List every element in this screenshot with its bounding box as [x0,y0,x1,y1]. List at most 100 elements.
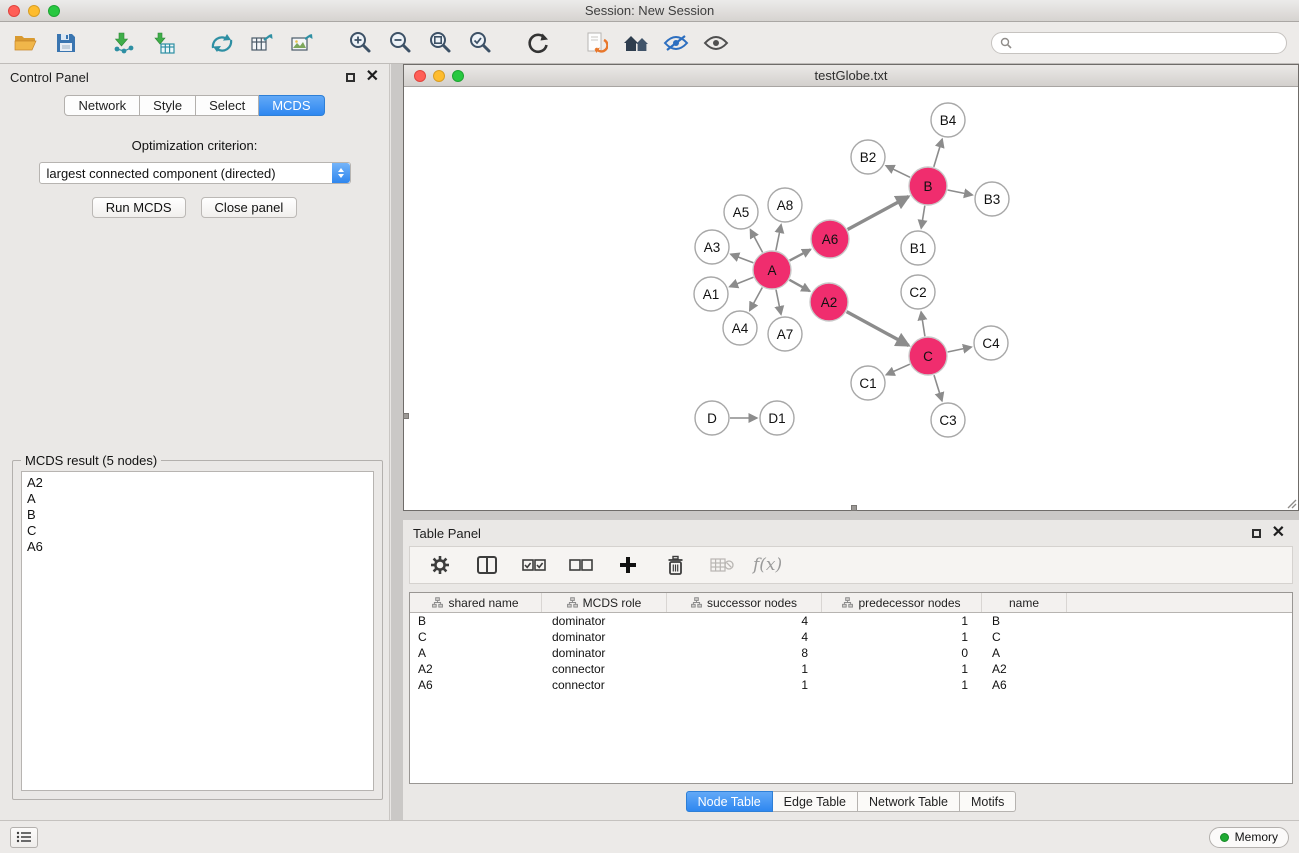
import-table-button[interactable] [148,26,180,60]
list-item[interactable]: A2 [22,475,373,491]
tab-select[interactable]: Select [196,95,259,116]
export-image-button[interactable] [286,26,318,60]
minimize-window-button[interactable] [28,5,40,17]
node-B[interactable]: B [909,167,947,205]
node-B4[interactable]: B4 [931,103,965,137]
tab-edge-table[interactable]: Edge Table [773,791,858,812]
column-header-shared-name[interactable]: shared name [410,593,542,612]
node-C[interactable]: C [909,337,947,375]
float-panel-button[interactable] [346,73,355,82]
node-C2[interactable]: C2 [901,275,935,309]
select-all-columns-button[interactable] [518,548,550,582]
table-row[interactable]: A6connector11A6 [410,677,1292,693]
apply-layout-button[interactable] [522,26,554,60]
function-builder-button[interactable]: f(x) [753,555,782,575]
edge-A-A3[interactable] [731,254,754,263]
table-row[interactable]: A2connector11A2 [410,661,1292,677]
zoom-in-button[interactable] [344,26,376,60]
node-A4[interactable]: A4 [723,311,757,345]
network-canvas[interactable]: B4B2BB3A5A8A6B1A3AC2A1A2A4A7C4C1CC3DD1 [404,87,1298,510]
close-panel-button[interactable]: ✕ [366,69,379,85]
edge-A-A5[interactable] [750,230,762,253]
edge-C-C1[interactable] [886,364,910,375]
show-columns-button[interactable] [471,548,503,582]
deselect-all-columns-button[interactable] [565,548,597,582]
node-A5[interactable]: A5 [724,195,758,229]
tab-mcds[interactable]: MCDS [259,95,324,116]
node-A6[interactable]: A6 [811,220,849,258]
node-D1[interactable]: D1 [760,401,794,435]
node-B2[interactable]: B2 [851,140,885,174]
memory-button[interactable]: Memory [1209,827,1289,848]
export-network-button[interactable] [206,26,238,60]
network-close-button[interactable] [414,70,426,82]
zoom-fit-button[interactable] [424,26,456,60]
edge-B-B1[interactable] [921,206,925,229]
column-header-successor-nodes[interactable]: successor nodes [667,593,822,612]
zoom-window-button[interactable] [48,5,60,17]
mcds-result-list[interactable]: A2ABCA6 [21,471,374,791]
toggle-graphics-details-button[interactable] [700,26,732,60]
zoom-out-button[interactable] [384,26,416,60]
tab-network-table[interactable]: Network Table [858,791,960,812]
network-window-titlebar[interactable]: testGlobe.txt [404,65,1298,87]
table-row[interactable]: Adominator80A [410,645,1292,661]
list-item[interactable]: B [22,507,373,523]
panel-menu-button[interactable] [10,827,38,848]
edge-C-C3[interactable] [934,375,942,401]
edge-A-A6[interactable] [790,249,811,260]
column-header-mcds-role[interactable]: MCDS role [542,593,667,612]
edge-B-B3[interactable] [948,190,973,195]
search-field[interactable] [991,32,1287,54]
create-column-button[interactable] [612,548,644,582]
close-table-panel-button[interactable]: ✕ [1272,525,1285,541]
node-A8[interactable]: A8 [768,188,802,222]
node-B1[interactable]: B1 [901,231,935,265]
run-mcds-button[interactable]: Run MCDS [92,197,186,218]
node-A[interactable]: A [753,251,791,289]
edge-A6-B[interactable] [848,197,909,230]
save-session-button[interactable] [50,26,82,60]
edge-A2-C[interactable] [847,312,909,346]
delete-column-button[interactable] [659,548,691,582]
zoom-selected-button[interactable] [464,26,496,60]
vizmapper-button[interactable] [660,26,692,60]
node-B3[interactable]: B3 [975,182,1009,216]
open-session-button[interactable] [10,26,42,60]
node-A2[interactable]: A2 [810,283,848,321]
edge-A-A7[interactable] [776,290,781,315]
node-C4[interactable]: C4 [974,326,1008,360]
close-panel-button-cp[interactable]: Close panel [201,197,298,218]
home-button[interactable] [620,26,652,60]
export-table-button[interactable] [246,26,278,60]
tab-node-table[interactable]: Node Table [686,791,773,812]
edge-B-B4[interactable] [934,139,942,167]
import-file-button[interactable] [580,26,612,60]
table-row[interactable]: Cdominator41C [410,629,1292,645]
table-settings-button[interactable] [424,548,456,582]
network-zoom-button[interactable] [452,70,464,82]
list-item[interactable]: C [22,523,373,539]
edge-A-A8[interactable] [776,225,781,251]
resize-handle-bottom[interactable] [851,505,857,511]
node-A1[interactable]: A1 [694,277,728,311]
column-header-name[interactable]: name [982,593,1067,612]
edge-A-A1[interactable] [730,277,754,286]
edge-B-B2[interactable] [886,166,910,178]
resize-corner-icon[interactable] [1285,497,1297,509]
list-item[interactable]: A [22,491,373,507]
table-row[interactable]: Bdominator41B [410,613,1292,629]
column-header-predecessor-nodes[interactable]: predecessor nodes [822,593,982,612]
import-network-button[interactable] [108,26,140,60]
tab-network[interactable]: Network [64,95,140,116]
tab-motifs[interactable]: Motifs [960,791,1016,812]
close-window-button[interactable] [8,5,20,17]
node-D[interactable]: D [695,401,729,435]
edge-A-A4[interactable] [750,288,763,311]
edge-C-C4[interactable] [948,347,972,352]
network-minimize-button[interactable] [433,70,445,82]
edge-A-A2[interactable] [789,280,809,291]
list-item[interactable]: A6 [22,539,373,555]
float-table-panel-button[interactable] [1252,529,1261,538]
delete-table-button[interactable] [706,548,738,582]
